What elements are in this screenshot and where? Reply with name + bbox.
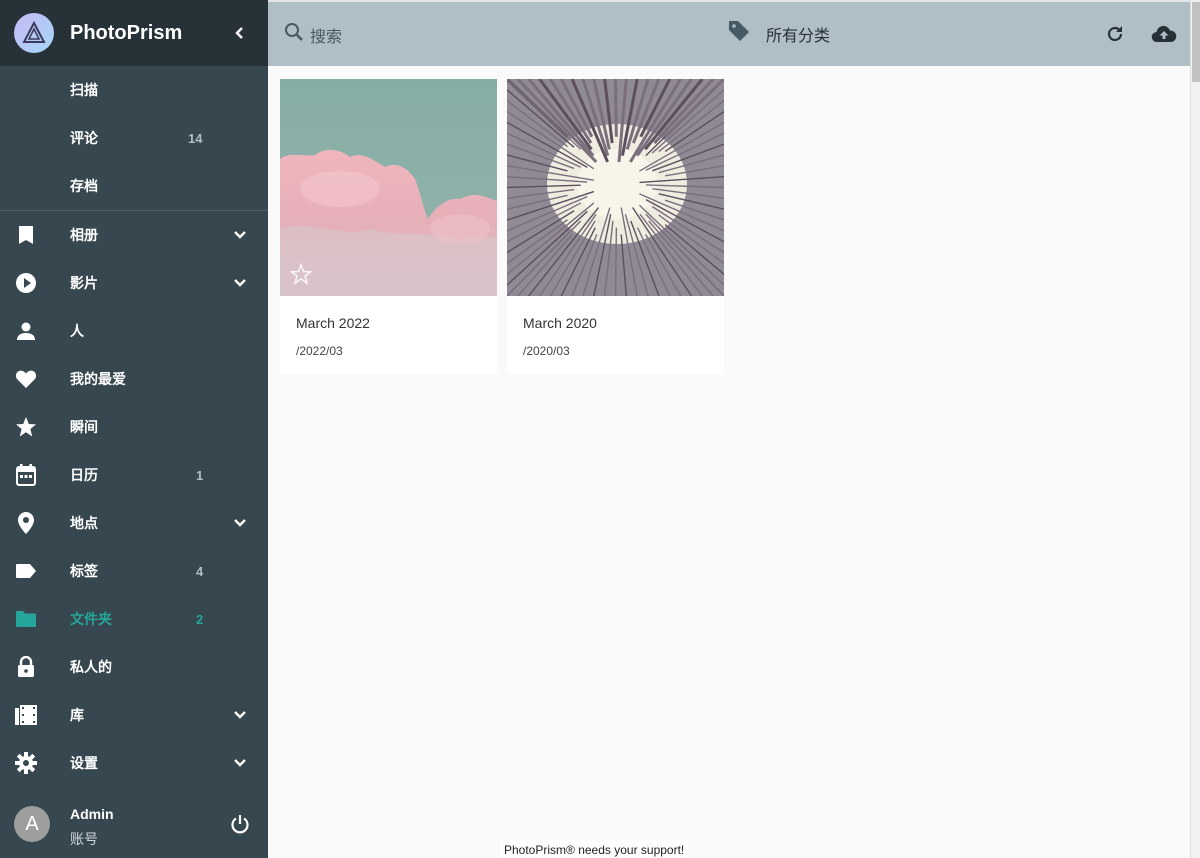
count-badge: 1: [196, 467, 204, 483]
sidebar-item-archive[interactable]: 存档: [0, 162, 268, 210]
upload-button[interactable]: [1150, 22, 1178, 46]
sidebar-item-label: 瞬间: [70, 419, 98, 435]
count-badge: 2: [196, 611, 204, 627]
sidebar-item-label: 影片: [70, 275, 98, 291]
user-name: Admin: [70, 806, 114, 822]
lock-icon: [14, 655, 38, 679]
sidebar-item-label: 存档: [70, 178, 98, 194]
category-label: 所有分类: [766, 27, 831, 45]
scrollbar[interactable]: [1190, 0, 1200, 858]
tree-trunk: [614, 79, 618, 137]
heart-icon: [14, 367, 38, 391]
play-circle-icon: [14, 271, 38, 295]
sidebar-item-private[interactable]: 私人的: [0, 643, 268, 691]
logout-button[interactable]: [228, 812, 252, 836]
folder-card[interactable]: March 2020 /2020/03: [507, 79, 724, 374]
app-title: PhotoPrism: [70, 21, 183, 44]
chevron-down-icon[interactable]: [228, 703, 252, 727]
calendar-icon: [14, 463, 38, 487]
toolbar: 搜索 所有分类: [268, 0, 1190, 66]
tree-trunk: [614, 227, 618, 296]
sidebar-item-label: 私人的: [70, 659, 112, 675]
folder-icon: [14, 607, 38, 631]
sidebar-item-label: 设置: [70, 755, 98, 771]
favorite-star-icon[interactable]: [289, 262, 314, 287]
map-marker-icon: [14, 511, 38, 535]
sidebar-item-folders[interactable]: 文件夹 2: [0, 595, 268, 643]
sidebar-item-people[interactable]: 人: [0, 307, 268, 355]
bookmark-icon: [14, 223, 38, 247]
count-badge: 14: [188, 130, 203, 146]
chevron-left-icon: [235, 27, 243, 39]
person-icon: [14, 319, 38, 343]
sidebar-item-labels[interactable]: 标签 4: [0, 547, 268, 595]
scrollbar-thumb[interactable]: [1192, 2, 1200, 82]
avatar[interactable]: A: [14, 806, 50, 842]
sidebar-item-label: 相册: [70, 227, 98, 243]
sidebar-item-moments[interactable]: 瞬间: [0, 403, 268, 451]
sidebar-item-favorites[interactable]: 我的最爱: [0, 355, 268, 403]
sidebar-header: PhotoPrism: [0, 0, 268, 66]
pink-clouds-photo[interactable]: [280, 79, 497, 296]
sidebar-sub-menu: 扫描 评论 14 存档: [0, 66, 268, 210]
count-badge: 4: [196, 563, 204, 579]
sidebar-item-albums[interactable]: 相册: [0, 211, 268, 259]
folder-title: March 2022: [296, 315, 370, 331]
film-library-icon: [14, 703, 38, 727]
cloud-upload-icon: [1151, 25, 1177, 43]
sidebar-item-label: 我的最爱: [70, 371, 126, 387]
sidebar-item-label: 库: [70, 707, 84, 723]
sidebar-item-label: 人: [70, 323, 84, 339]
sidebar-item-label: 扫描: [70, 82, 98, 98]
sidebar-item-calendar[interactable]: 日历 1: [0, 451, 268, 499]
folder-title: March 2020: [523, 315, 597, 331]
sidebar-item-scan[interactable]: 扫描: [0, 66, 268, 114]
refresh-button[interactable]: [1103, 22, 1127, 46]
sidebar-item-review[interactable]: 评论 14: [0, 114, 268, 162]
tree-canopy-photo[interactable]: [507, 79, 724, 296]
search-icon: [284, 22, 304, 47]
sidebar-item-label: 日历: [70, 467, 98, 483]
sidebar-item-library[interactable]: 库: [0, 691, 268, 739]
sidebar-item-settings[interactable]: 设置: [0, 739, 268, 787]
sidebar-item-label: 文件夹: [70, 611, 112, 627]
collapse-sidebar-button[interactable]: [226, 19, 254, 47]
chevron-down-icon[interactable]: [228, 511, 252, 535]
folder-path: /2022/03: [296, 344, 343, 358]
tag-icon: [728, 20, 750, 47]
label-icon: [14, 559, 38, 583]
chevron-down-icon[interactable]: [228, 271, 252, 295]
sidebar-item-videos[interactable]: 影片: [0, 259, 268, 307]
star-icon: [14, 415, 38, 439]
chevron-down-icon[interactable]: [228, 751, 252, 775]
category-select[interactable]: 所有分类: [728, 20, 830, 47]
user-account[interactable]: A Admin 账号: [0, 798, 268, 858]
refresh-icon: [1107, 26, 1123, 42]
search-input[interactable]: 搜索: [284, 22, 342, 47]
sidebar-item-label: 地点: [70, 515, 98, 531]
photoprism-logo-icon[interactable]: [14, 13, 54, 53]
power-icon: [231, 815, 249, 834]
user-account-label: 账号: [70, 831, 98, 847]
chevron-down-icon[interactable]: [228, 223, 252, 247]
gear-icon: [14, 751, 38, 775]
folder-path: /2020/03: [523, 344, 570, 358]
sidebar: PhotoPrism 扫描 评论 14 存档 相册 影片 人 我的最爱 瞬间 日…: [0, 0, 268, 858]
sidebar-item-label: 评论: [70, 130, 98, 146]
sidebar-item-places[interactable]: 地点: [0, 499, 268, 547]
search-placeholder: 搜索: [310, 28, 343, 46]
folder-card[interactable]: March 2022 /2022/03: [280, 79, 497, 374]
sidebar-item-label: 标签: [70, 563, 98, 579]
support-banner[interactable]: PhotoPrism® needs your support!: [500, 840, 689, 858]
